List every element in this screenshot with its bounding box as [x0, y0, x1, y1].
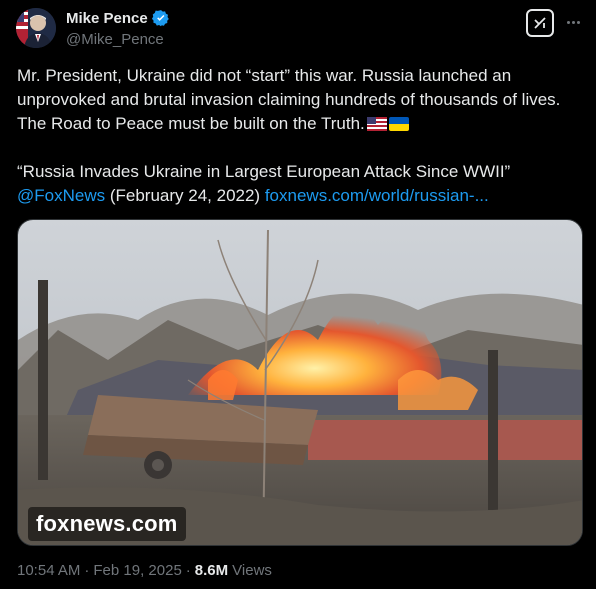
burning-buildings-photo — [18, 220, 582, 545]
more-icon-dot — [576, 20, 580, 24]
verified-badge-icon — [151, 10, 169, 27]
more-icon-dot — [566, 20, 570, 24]
article-link[interactable]: foxnews.com/world/russian-... — [265, 186, 489, 205]
mention-link[interactable]: @FoxNews — [17, 186, 105, 205]
date-text: (February 24, 2022) — [109, 186, 261, 205]
grok-icon — [534, 17, 546, 29]
post-text-line: Mr. President, Ukraine did not “start” t… — [17, 66, 512, 85]
post: Mike Pence @Mike_Pence Mr. President, Uk… — [0, 0, 596, 589]
media-watermark: foxnews.com — [28, 507, 186, 541]
post-text-line: The Road to Peace must be built on the T… — [17, 112, 583, 136]
grok-button[interactable] — [526, 9, 554, 37]
post-media-image[interactable]: foxnews.com — [17, 219, 583, 546]
meta-separator: · — [84, 562, 90, 579]
views-count[interactable]: 8.6M — [195, 562, 228, 579]
ukraine-flag-icon — [388, 117, 409, 131]
more-button[interactable] — [563, 12, 583, 32]
post-text-line: unprovoked and brutal invasion claiming … — [17, 90, 561, 109]
more-icon-dot — [571, 20, 575, 24]
quoted-headline: “Russia Invades Ukraine in Largest Europ… — [17, 162, 511, 181]
author-handle[interactable]: @Mike_Pence — [66, 31, 164, 48]
author-name[interactable]: Mike Pence — [66, 9, 170, 27]
post-text-line: @FoxNews (February 24, 2022) foxnews.com… — [17, 184, 583, 208]
author-name-text[interactable]: Mike Pence — [66, 10, 148, 27]
us-flag-icon — [366, 117, 387, 131]
avatar[interactable] — [16, 8, 56, 48]
post-date[interactable]: Feb 19, 2025 — [93, 562, 181, 579]
post-meta: 10:54 AM · Feb 19, 2025 · 8.6M Views — [17, 562, 272, 579]
post-time[interactable]: 10:54 AM — [17, 562, 80, 579]
meta-separator: · — [185, 562, 191, 579]
views-label: Views — [232, 562, 272, 579]
post-text: Mr. President, Ukraine did not “start” t… — [17, 64, 583, 208]
post-text-line-content: The Road to Peace must be built on the T… — [17, 114, 365, 133]
